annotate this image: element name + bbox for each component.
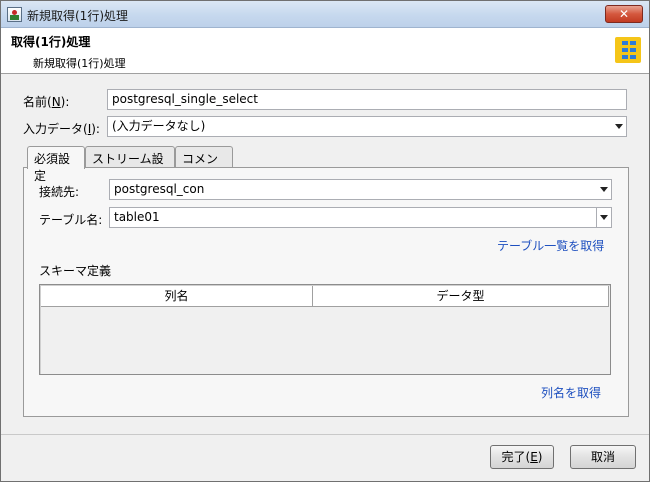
input-data-select[interactable]: (入力データなし) xyxy=(107,116,627,137)
input-data-label: 入力データ(I): xyxy=(23,122,100,136)
get-column-names-link[interactable]: 列名を取得 xyxy=(541,384,601,401)
connection-label: 接続先: xyxy=(39,185,80,199)
dialog-window: 新規取得(1行)処理 ✕ 取得(1行)処理 新規取得(1行)処理 名前(N): … xyxy=(0,0,650,482)
chevron-down-icon[interactable] xyxy=(611,117,626,136)
divider xyxy=(1,434,649,435)
schema-table[interactable]: 列名 データ型 xyxy=(39,284,611,375)
connection-value: postgresql_con xyxy=(114,182,205,196)
connection-select[interactable]: postgresql_con xyxy=(109,179,612,200)
finish-button[interactable]: 完了(E) xyxy=(490,445,554,469)
header-title: 取得(1行)処理 xyxy=(11,35,91,49)
header-band: 取得(1行)処理 新規取得(1行)処理 xyxy=(1,28,649,74)
name-label: 名前(N): xyxy=(23,95,70,109)
table-name-label: テーブル名: xyxy=(39,213,103,227)
header-subtitle: 新規取得(1行)処理 xyxy=(33,57,126,70)
chevron-down-icon[interactable] xyxy=(596,180,611,199)
tab-stream[interactable]: ストリーム設定 xyxy=(85,146,175,183)
window-title: 新規取得(1行)処理 xyxy=(27,9,128,23)
column-header-name[interactable]: 列名 xyxy=(41,286,313,307)
column-header-type[interactable]: データ型 xyxy=(313,286,609,307)
app-icon xyxy=(7,7,22,22)
close-button[interactable]: ✕ xyxy=(605,5,643,23)
table-name-combo[interactable]: table01 xyxy=(109,207,612,228)
chevron-down-icon[interactable] xyxy=(596,208,611,227)
tab-comment[interactable]: コメント xyxy=(175,146,233,183)
close-icon: ✕ xyxy=(618,7,630,21)
title-bar[interactable]: 新規取得(1行)処理 ✕ xyxy=(1,1,649,28)
get-table-list-link[interactable]: テーブル一覧を取得 xyxy=(497,237,604,254)
table-icon xyxy=(615,37,641,63)
name-input[interactable]: postgresql_single_select xyxy=(107,89,627,110)
table-name-value: table01 xyxy=(114,210,160,224)
cancel-button[interactable]: 取消 xyxy=(570,445,636,469)
tab-required[interactable]: 必須設定 xyxy=(27,146,85,183)
input-data-value: (入力データなし) xyxy=(112,119,206,133)
schema-definition-label: スキーマ定義 xyxy=(39,264,112,278)
